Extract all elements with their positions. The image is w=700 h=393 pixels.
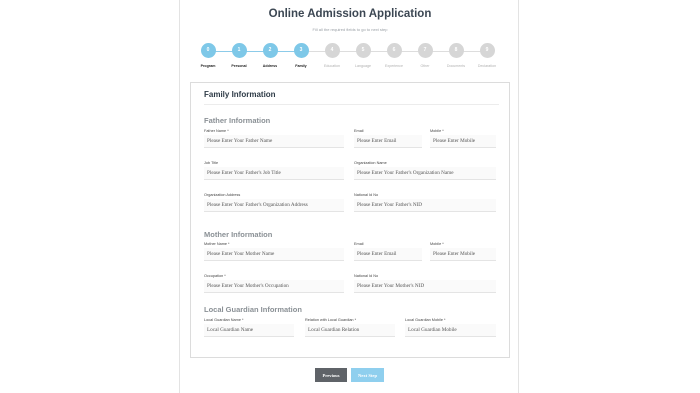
step-circle: 3	[293, 43, 309, 58]
guardian-section-title: Local Guardian Information	[204, 305, 302, 314]
father-email-group: Email	[354, 129, 422, 148]
step-label: Declaration	[477, 64, 497, 68]
mother-name-input[interactable]	[204, 248, 344, 261]
step-label: Language	[355, 64, 371, 68]
step-label: Experience	[385, 64, 403, 68]
guardian-mobile-input[interactable]	[405, 324, 496, 337]
mother-mobile-input[interactable]	[430, 248, 496, 261]
step-education[interactable]: 4 Education	[316, 43, 348, 68]
mother-nid-group: National Id No	[354, 274, 496, 293]
page-title: Online Admission Application	[268, 8, 432, 20]
card-title: Family Information	[204, 90, 276, 99]
step-label: Personal	[231, 64, 247, 68]
father-job-title-input[interactable]	[204, 167, 344, 180]
step-circle: 4	[324, 43, 340, 58]
step-label: Program	[200, 64, 216, 68]
guardian-relation-input[interactable]	[305, 324, 395, 337]
father-name-input[interactable]	[204, 135, 344, 148]
progress-steps: 0 Program 1 Personal 2 Address 3 Family …	[190, 43, 510, 73]
mother-mobile-group: Mobile *	[430, 242, 496, 261]
mother-email-input[interactable]	[354, 248, 422, 261]
step-documents[interactable]: 8 Documents	[440, 43, 472, 68]
father-nid-input[interactable]	[354, 199, 496, 212]
guardian-name-input[interactable]	[204, 324, 294, 337]
previous-button[interactable]: Previous	[315, 368, 347, 382]
father-job-title-group: Job Title	[204, 161, 344, 180]
step-circle: 1	[231, 43, 247, 58]
step-family[interactable]: 3 Family	[285, 43, 317, 68]
father-mobile-input[interactable]	[430, 135, 496, 148]
step-language[interactable]: 5 Language	[347, 43, 379, 68]
step-label: Address	[262, 64, 278, 68]
father-mobile-group: Mobile *	[430, 129, 496, 148]
step-circle: 6	[386, 43, 402, 58]
step-address[interactable]: 2 Address	[254, 43, 286, 68]
step-label: Family	[295, 64, 307, 68]
guardian-relation-group: Relation with Local Guardian *	[305, 318, 395, 337]
application-page: Online Admission Application Fill all th…	[179, 0, 519, 393]
step-declaration[interactable]: 9 Declaration	[471, 43, 503, 68]
mother-occupation-input[interactable]	[204, 280, 344, 293]
step-circle: 5	[355, 43, 371, 58]
step-program[interactable]: 0 Program	[192, 43, 224, 68]
guardian-mobile-group: Local Guardian Mobile *	[405, 318, 496, 337]
step-circle: 9	[479, 43, 495, 58]
step-label: Education	[324, 64, 340, 68]
page-subtitle: Fill all the required fields to go to ne…	[312, 27, 388, 32]
step-circle: 2	[262, 43, 278, 58]
father-org-address-input[interactable]	[204, 199, 344, 212]
mother-email-group: Email	[354, 242, 422, 261]
next-step-button[interactable]: Next Step	[351, 368, 384, 382]
father-section-title: Father Information	[204, 116, 271, 125]
father-email-input[interactable]	[354, 135, 422, 148]
family-information-card: Family Information Father Information Fa…	[190, 82, 510, 358]
guardian-name-group: Local Guardian Name *	[204, 318, 294, 337]
step-circle: 0	[200, 43, 216, 58]
father-org-address-group: Organization Address	[204, 193, 344, 212]
step-label: Other	[420, 64, 430, 68]
divider	[204, 104, 499, 105]
step-personal[interactable]: 1 Personal	[223, 43, 255, 68]
step-experience[interactable]: 6 Experience	[378, 43, 410, 68]
father-org-name-group: Organization Name	[354, 161, 496, 180]
mother-occupation-group: Occupation *	[204, 274, 344, 293]
father-org-name-input[interactable]	[354, 167, 496, 180]
father-nid-group: National Id No	[354, 193, 496, 212]
father-name-group: Father Name *	[204, 129, 344, 148]
step-circle: 7	[417, 43, 433, 58]
step-other[interactable]: 7 Other	[409, 43, 441, 68]
mother-section-title: Mother Information	[204, 230, 273, 239]
mother-nid-input[interactable]	[354, 280, 496, 293]
step-circle: 8	[448, 43, 464, 58]
step-label: Documents	[446, 64, 466, 68]
mother-name-group: Mother Name *	[204, 242, 344, 261]
